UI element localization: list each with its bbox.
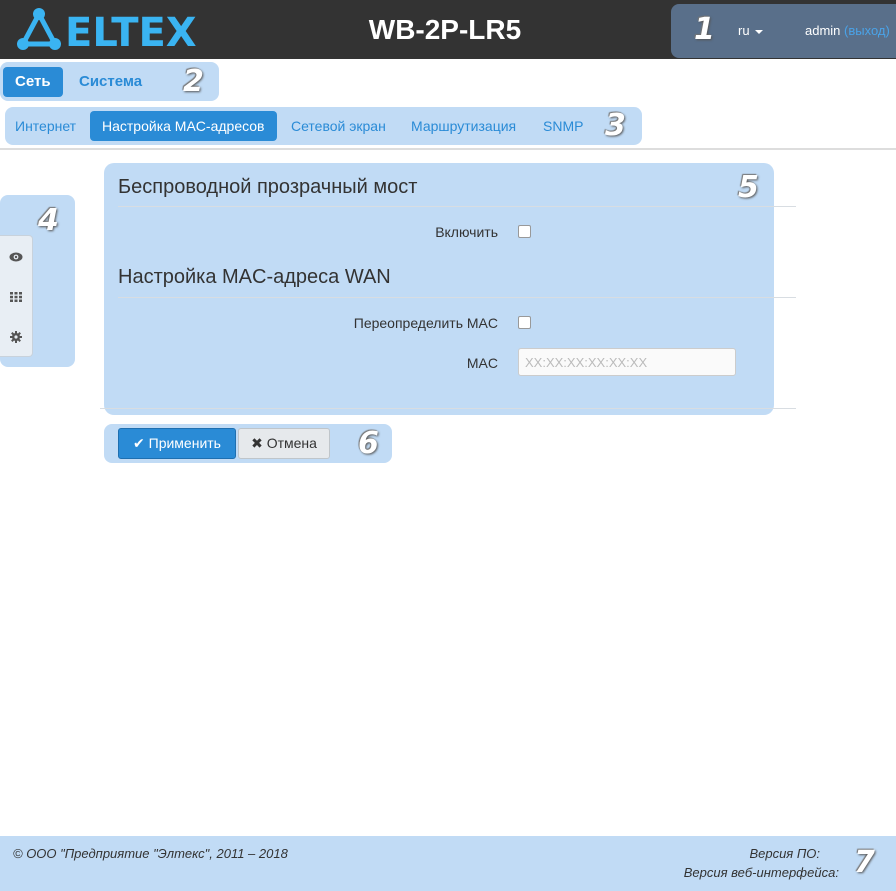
gear-icon[interactable] <box>0 316 32 356</box>
subtab-snmp[interactable]: SNMP <box>531 111 595 141</box>
language-dropdown[interactable]: ru <box>738 23 763 38</box>
section-wan-mac-title: Настройка MAC-адреса WAN <box>118 266 391 288</box>
footer: © ООО "Предприятие "Элтекс", 2011 – 2018… <box>0 836 896 891</box>
section-wireless-bridge-title: Беспроводной прозрачный мост <box>118 176 418 198</box>
subtab-internet[interactable]: Интернет <box>3 111 88 141</box>
subtab-firewall[interactable]: Сетевой экран <box>279 111 398 141</box>
subtab-routing[interactable]: Маршрутизация <box>399 111 528 141</box>
header-divider <box>0 148 896 150</box>
callout-7: 7 <box>854 845 875 880</box>
username: admin <box>805 23 841 38</box>
logout-link[interactable]: (выход) <box>844 23 890 38</box>
web-version-label: Версия веб-интерфейса: <box>683 865 839 880</box>
user-info: admin (выход) <box>805 23 890 38</box>
callout-4: 4 <box>38 203 59 238</box>
mac-input[interactable] <box>518 348 736 376</box>
enable-label: Включить <box>435 224 498 240</box>
eye-icon[interactable] <box>0 236 32 276</box>
tab-system[interactable]: Система <box>67 67 154 97</box>
grid-icon[interactable] <box>0 276 32 316</box>
override-mac-checkbox[interactable] <box>518 316 531 329</box>
device-title: WB-2P-LR5 <box>368 14 522 45</box>
callout-5: 5 <box>738 170 759 205</box>
callout-3: 3 <box>605 108 626 143</box>
apply-button[interactable]: ✔ Применить <box>118 428 236 459</box>
close-icon: ✖ <box>251 435 263 451</box>
form-divider <box>100 408 796 409</box>
override-mac-label: Переопределить MAC <box>353 315 498 331</box>
enable-checkbox[interactable] <box>518 225 531 238</box>
callout-6: 6 <box>358 426 379 461</box>
firmware-version-label: Версия ПО: <box>749 846 820 861</box>
mac-label: MAC <box>466 355 498 371</box>
header-bar: ELTEX WB-2P-LR5 ru admin (выход) <box>0 0 896 59</box>
check-icon: ✔ <box>133 435 145 451</box>
form-highlight <box>104 163 774 415</box>
section-divider <box>118 297 796 298</box>
callout-2: 2 <box>183 64 204 99</box>
callout-1: 1 <box>694 12 715 47</box>
side-toolbar <box>0 235 33 357</box>
svg-text:ELTEX: ELTEX <box>65 10 197 52</box>
caret-down-icon <box>754 29 763 34</box>
eltex-logo: ELTEX <box>17 8 197 52</box>
copyright-text: © ООО "Предприятие "Элтекс", 2011 – 2018 <box>13 846 288 861</box>
cancel-button[interactable]: ✖ Отмена <box>238 428 330 459</box>
subtab-mac-settings[interactable]: Настройка MAC-адресов <box>90 111 277 141</box>
tab-network[interactable]: Сеть <box>3 67 63 97</box>
section-divider <box>118 206 796 207</box>
